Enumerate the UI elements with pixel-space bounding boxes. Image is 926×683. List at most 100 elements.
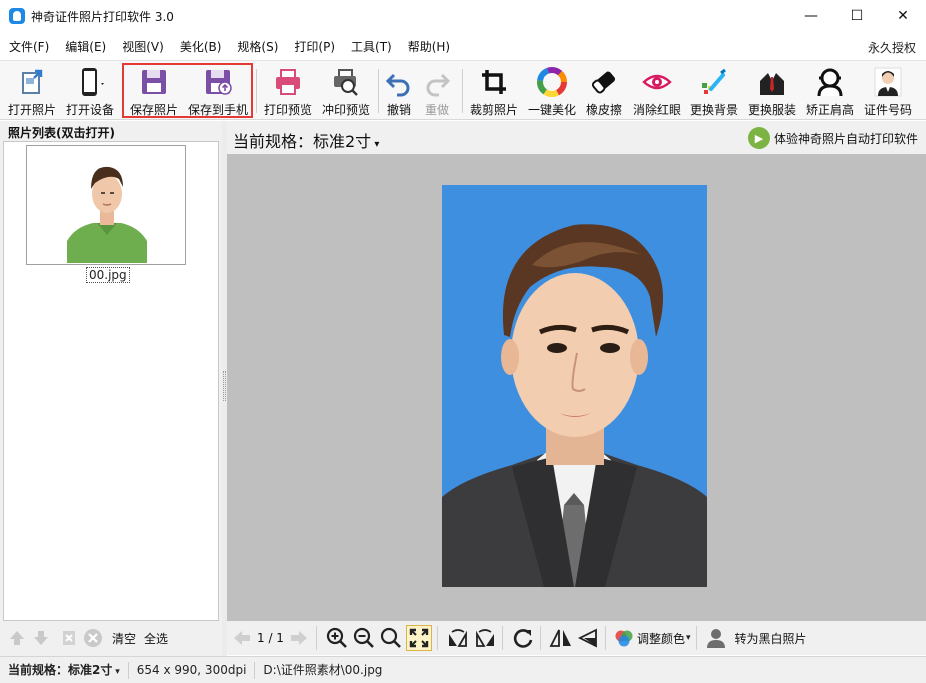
move-down-button[interactable] (30, 627, 52, 649)
divider (695, 626, 697, 650)
fit-window-button[interactable] (405, 625, 432, 651)
mirror-vertical-icon (577, 628, 597, 648)
color-wheel-icon (535, 66, 569, 98)
menu-file[interactable]: 文件(F) (0, 38, 56, 55)
id-number-button[interactable]: 证件号码 (860, 61, 916, 119)
current-spec-label: 当前规格：标准2寸 (233, 132, 372, 151)
page-indicator: 1 / 1 (257, 631, 284, 645)
license-link[interactable]: 永久授权 (868, 39, 916, 56)
divider (539, 626, 541, 650)
eraser-button[interactable]: 橡皮擦 (582, 61, 626, 119)
menu-beautify[interactable]: 美化(B) (171, 38, 229, 55)
print-preview-label: 打印预览 (263, 103, 312, 117)
red-eye-button[interactable]: 消除红眼 (630, 61, 684, 119)
open-photo-button[interactable]: 打开照片 (4, 61, 60, 119)
paint-brush-icon (697, 66, 731, 98)
photo-list-panel: 照片列表(双击打开) 00.jpg 清空 全选 (0, 121, 222, 656)
mirror-horizontal-button[interactable] (549, 625, 573, 651)
fit-screen-icon (409, 628, 429, 648)
delete-file-icon (63, 631, 75, 645)
toolbar-divider (462, 69, 463, 113)
rgb-circles-icon (615, 630, 633, 647)
next-page-button[interactable] (287, 625, 311, 651)
auto-print-label: 体验神奇照片自动打印软件 (773, 131, 918, 146)
undo-icon (382, 66, 416, 98)
toolbar-divider (256, 69, 257, 113)
head-silhouette-icon (813, 66, 847, 98)
crop-icon (477, 66, 511, 98)
thumbnail-filename: 00.jpg (86, 267, 130, 283)
develop-preview-label: 冲印预览 (321, 103, 370, 117)
mirror-vertical-button[interactable] (576, 625, 600, 651)
minimize-button[interactable]: — (788, 0, 834, 32)
photo-list[interactable]: 00.jpg (3, 141, 219, 621)
photo-canvas[interactable] (227, 154, 926, 621)
menu-tools[interactable]: 工具(T) (342, 38, 399, 55)
move-up-button[interactable] (6, 627, 28, 649)
convert-bw-button[interactable]: 转为黑白照片 (705, 625, 807, 651)
change-clothes-label: 更换服装 (747, 103, 796, 117)
status-file-path: D:\证件照素材\00.jpg (263, 662, 383, 677)
rotate-button[interactable] (511, 625, 535, 651)
menu-help[interactable]: 帮助(H) (399, 38, 457, 55)
mirror-horizontal-icon (549, 629, 571, 647)
spec-header: 当前规格：标准2寸 ▾ ▶ 体验神奇照片自动打印软件 (227, 121, 926, 154)
close-button[interactable]: ✕ (880, 0, 926, 32)
change-clothes-button[interactable]: 更换服装 (744, 61, 800, 119)
redo-button[interactable]: 重做 (420, 61, 454, 119)
redo-icon (420, 66, 454, 98)
develop-preview-button[interactable]: 冲印预览 (318, 61, 374, 119)
dropdown-caret-icon: ▾ (112, 666, 120, 677)
arrow-left-icon (234, 631, 250, 645)
select-all-button[interactable]: 全选 (144, 630, 168, 647)
auto-beautify-label: 一键美化 (527, 103, 576, 117)
remove-button[interactable] (82, 627, 104, 649)
open-device-button[interactable]: 打开设备 (62, 61, 118, 119)
clear-button[interactable]: 清空 (112, 630, 136, 647)
photo-thumbnail[interactable] (26, 145, 186, 265)
status-spec-label: 当前规格： (8, 662, 69, 677)
correct-shoulders-label: 矫正肩高 (805, 103, 854, 117)
arrow-down-icon (34, 631, 48, 645)
menu-edit[interactable]: 编辑(E) (56, 38, 113, 55)
red-eye-label: 消除红眼 (632, 103, 681, 117)
divider (501, 626, 503, 650)
app-logo-icon (9, 8, 25, 24)
arrow-right-icon (290, 631, 307, 645)
crop-label: 裁剪照片 (469, 103, 518, 117)
rotate-right-button[interactable] (473, 625, 497, 651)
menu-print[interactable]: 打印(P) (285, 38, 342, 55)
printer-icon (271, 66, 305, 98)
change-background-button[interactable]: 更换背景 (686, 61, 742, 119)
delete-file-button[interactable] (58, 627, 80, 649)
person-icon (706, 629, 725, 648)
toolbar-divider (378, 69, 379, 113)
zoom-out-icon (353, 627, 374, 648)
current-spec-dropdown[interactable]: 当前规格：标准2寸 ▾ (233, 128, 379, 152)
undo-button[interactable]: 撤销 (382, 61, 416, 119)
photo-list-header: 照片列表(双击打开) (8, 126, 115, 140)
undo-label: 撤销 (386, 103, 411, 117)
maximize-button[interactable]: ☐ (834, 0, 880, 32)
id-portrait-icon (871, 66, 905, 98)
prev-page-button[interactable] (230, 625, 254, 651)
auto-print-link[interactable]: ▶ 体验神奇照片自动打印软件 (747, 127, 918, 149)
crop-button[interactable]: 裁剪照片 (466, 61, 522, 119)
arrow-up-icon (10, 631, 24, 645)
zoom-fit-button[interactable] (379, 625, 403, 651)
dropdown-caret-icon: ▾ (371, 139, 380, 150)
auto-beautify-button[interactable]: 一键美化 (524, 61, 580, 119)
remove-circle-icon (84, 629, 102, 647)
rotate-left-button[interactable] (446, 625, 470, 651)
suit-icon (755, 66, 789, 98)
adjust-color-button[interactable]: 调整颜色 ▾ (614, 625, 691, 651)
status-spec[interactable]: 当前规格：标准2寸 ▾ (0, 661, 129, 679)
view-toolbar: 1 / 1 调整颜色 ▾ 转为黑白照片 (227, 621, 926, 655)
print-preview-button[interactable]: 打印预览 (260, 61, 316, 119)
title-bar: 神奇证件照片打印软件 3.0 — ☐ ✕ (0, 0, 926, 32)
correct-shoulders-button[interactable]: 矫正肩高 (802, 61, 858, 119)
menu-view[interactable]: 视图(V) (113, 38, 171, 55)
menu-spec[interactable]: 规格(S) (228, 38, 285, 55)
zoom-out-button[interactable] (352, 625, 376, 651)
zoom-in-button[interactable] (325, 625, 349, 651)
